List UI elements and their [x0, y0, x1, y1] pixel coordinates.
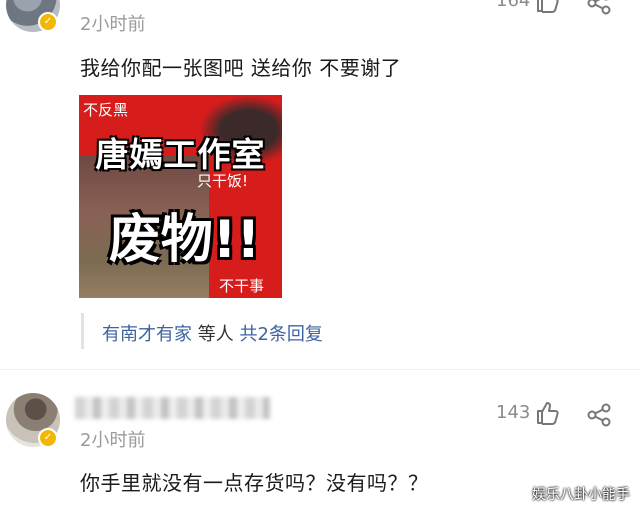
like-icon[interactable]: [534, 400, 560, 426]
meme-top-left-text: 不反黑: [83, 101, 129, 119]
reply-user[interactable]: 有南才有家: [102, 324, 192, 345]
meme-title: 唐嫣工作室: [95, 135, 266, 174]
comment-time: 2小时前: [80, 14, 146, 35]
comment-text: 我给你配一张图吧 送给你 不要谢了: [80, 56, 402, 80]
reply-summary[interactable]: 有南才有家 等人 共2条回复: [102, 320, 323, 346]
divider: [0, 369, 640, 370]
share-icon[interactable]: [586, 0, 612, 16]
reply-indicator: [81, 313, 84, 349]
meme-big-text: 废物!!: [108, 210, 261, 270]
meme-sub-text: 只干饭!: [197, 172, 249, 190]
verified-badge-icon: ✓: [38, 12, 58, 32]
meme-bottom-right-text: 不干事: [219, 277, 265, 295]
comment-text: 你手里就没有一点存货吗？没有吗？？: [80, 471, 429, 495]
comment-time: 2小时前: [80, 430, 146, 451]
verified-badge-icon: ✓: [38, 428, 58, 448]
watermark: 娱乐八卦小能手: [532, 487, 630, 503]
username-blurred[interactable]: [75, 397, 270, 419]
reply-count[interactable]: 共2条回复: [239, 324, 322, 345]
like-icon[interactable]: [534, 0, 560, 14]
reply-middle: 等人: [197, 324, 234, 345]
meme-image[interactable]: 不反黑 唐嫣工作室 只干饭! 废物!! 不干事: [79, 95, 282, 298]
share-icon[interactable]: [586, 402, 612, 428]
like-count: 143: [496, 402, 531, 423]
like-count: 164: [496, 0, 531, 11]
